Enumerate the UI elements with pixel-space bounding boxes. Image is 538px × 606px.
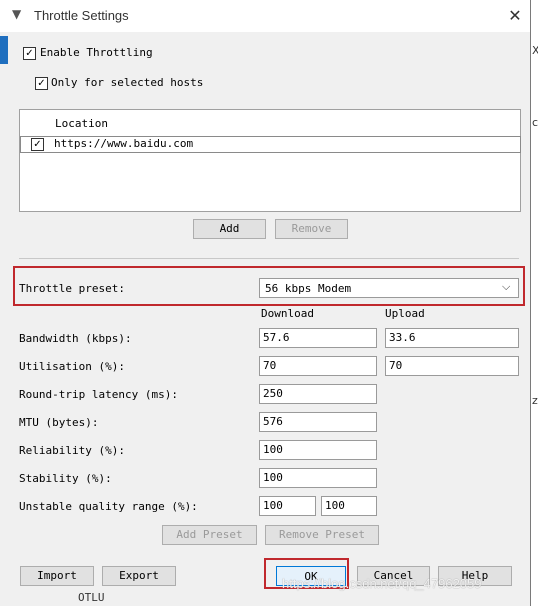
checkmark-icon: ✓ [25,48,34,59]
divider [19,258,519,259]
location-column-header[interactable]: Location [55,117,108,130]
utilisation-download-input[interactable]: 70 [259,356,377,376]
utilisation-label: Utilisation (%): [19,360,125,373]
mtu-label: MTU (bytes): [19,416,99,429]
bandwidth-upload-input[interactable]: 33.6 [385,328,519,348]
bandwidth-download-input[interactable]: 57.6 [259,328,377,348]
upload-column-header: Upload [385,307,425,320]
close-icon: ✕ [508,6,522,25]
throttle-preset-value: 56 kbps Modem [265,282,352,295]
unstable-range-label: Unstable quality range (%): [19,500,198,513]
checkmark-icon: ✓ [33,139,42,150]
remove-preset-button[interactable]: Remove Preset [265,525,379,545]
mtu-input[interactable]: 576 [259,412,377,432]
background-selection-strip [0,36,8,64]
table-header: Location [20,110,520,137]
export-button[interactable]: Export [102,566,176,586]
close-button[interactable]: ✕ [502,3,528,29]
watermark-text: https://blog.csdn.net/qq_47962059 [282,576,482,591]
hosts-table[interactable]: Location ✓ https://www.baidu.com [19,109,521,212]
background-mark: z [532,394,538,407]
throttle-preset-label: Throttle preset: [19,282,125,295]
host-location: https://www.baidu.com [54,137,194,150]
title-bar: ▼ Throttle Settings ✕ [0,0,530,32]
utilisation-upload-input[interactable]: 70 [385,356,519,376]
enable-throttling-checkbox[interactable]: ✓ [23,47,36,60]
funnel-icon: ▼ [12,7,22,21]
throttle-preset-select[interactable]: 56 kbps Modem [259,278,519,298]
bandwidth-label: Bandwidth (kbps): [19,332,132,345]
download-column-header: Download [261,307,314,320]
remove-host-button[interactable]: Remove [275,219,348,239]
table-row[interactable]: ✓ https://www.baidu.com [20,136,521,153]
unstable-range-max-input[interactable]: 100 [321,496,377,516]
latency-label: Round-trip latency (ms): [19,388,178,401]
latency-input[interactable]: 250 [259,384,377,404]
reliability-label: Reliability (%): [19,444,125,457]
only-selected-hosts-checkbox[interactable]: ✓ [35,77,48,90]
enable-throttling-label: Enable Throttling [40,46,153,59]
checkmark-icon: ✓ [37,78,46,89]
stability-input[interactable]: 100 [259,468,377,488]
host-row-checkbox[interactable]: ✓ [31,138,44,151]
add-preset-button[interactable]: Add Preset [162,525,257,545]
reliability-input[interactable]: 100 [259,440,377,460]
background-window-right: X c z [531,0,538,606]
import-button[interactable]: Import [20,566,94,586]
window-title: Throttle Settings [34,8,129,23]
stability-label: Stability (%): [19,472,112,485]
add-host-button[interactable]: Add [193,219,266,239]
background-bottom-text: OTLU [78,591,105,604]
only-selected-hosts-label: Only for selected hosts [51,76,204,89]
background-mark: X [532,44,538,57]
chevron-down-icon[interactable]: ⌵ [502,280,510,294]
unstable-range-min-input[interactable]: 100 [259,496,316,516]
background-mark: c [532,116,538,129]
